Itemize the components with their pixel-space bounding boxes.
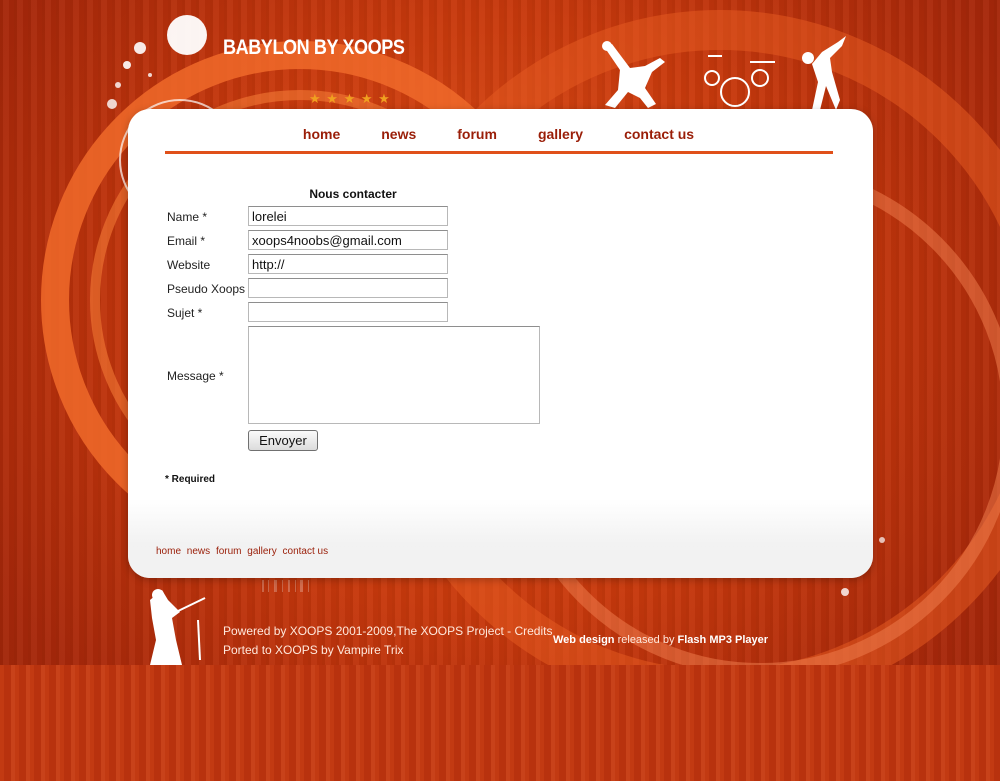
released-by-text: released by xyxy=(617,634,675,646)
nav-gallery[interactable]: gallery xyxy=(518,123,604,151)
main-nav: home news forum gallery contact us xyxy=(165,123,833,154)
star-icon: ★ xyxy=(360,91,374,106)
footer-links: home news forum gallery contact us xyxy=(156,546,331,557)
email-label: Email * xyxy=(167,234,206,248)
content-panel: home news forum gallery contact us Nous … xyxy=(128,109,873,578)
footer-link-contact-us[interactable]: contact us xyxy=(283,546,329,557)
star-icon: ★ xyxy=(343,91,357,106)
message-field[interactable] xyxy=(248,326,540,424)
pseudo-field[interactable] xyxy=(248,278,448,298)
message-label: Message * xyxy=(167,369,224,383)
subject-field[interactable] xyxy=(248,302,448,322)
powered-by-line: Powered by XOOPS 2001-2009,The XOOPS Pro… xyxy=(223,622,552,641)
website-field[interactable] xyxy=(248,254,448,274)
star-icon: ★ xyxy=(309,91,322,106)
nav-home[interactable]: home xyxy=(283,123,361,151)
name-label: Name * xyxy=(167,210,208,224)
footer-link-home[interactable]: home xyxy=(156,546,181,557)
subject-label: Sujet * xyxy=(167,306,203,320)
design-credits: Web design released by Flash MP3 Player xyxy=(553,634,768,646)
nav-news[interactable]: news xyxy=(361,123,437,151)
flash-mp3-player-link[interactable]: Flash MP3 Player xyxy=(678,634,769,646)
website-label: Website xyxy=(167,258,211,272)
nav-forum[interactable]: forum xyxy=(437,123,518,151)
powered-by-link[interactable]: Powered by XOOPS 2001-2009,The XOOPS Pro… xyxy=(223,624,552,638)
star-icon: ★ xyxy=(378,91,391,106)
ported-by-line: Ported to XOOPS by Vampire Trix xyxy=(223,641,552,660)
footer-link-gallery[interactable]: gallery xyxy=(247,546,276,557)
submit-button[interactable]: Envoyer xyxy=(248,430,318,451)
email-field[interactable] xyxy=(248,230,448,250)
star-icon: ★ xyxy=(326,91,339,106)
name-field[interactable] xyxy=(248,206,448,226)
rating-stars: ★ ★ ★ ★ ★ xyxy=(309,91,391,107)
form-title: Nous contacter xyxy=(309,187,397,201)
footer-link-news[interactable]: news xyxy=(187,546,210,557)
background-bottom-strip xyxy=(0,665,1000,781)
site-title: BABYLON BY XOOPS xyxy=(223,36,405,59)
pseudo-label: Pseudo Xoops xyxy=(167,282,246,296)
ported-by-link[interactable]: Ported to XOOPS by Vampire Trix xyxy=(223,643,404,657)
credits: Powered by XOOPS 2001-2009,The XOOPS Pro… xyxy=(223,622,552,660)
footer-link-forum[interactable]: forum xyxy=(216,546,242,557)
nav-contact-us[interactable]: contact us xyxy=(604,123,715,151)
required-note: * Required xyxy=(165,474,216,485)
web-design-link[interactable]: Web design xyxy=(553,634,615,646)
panel-fade xyxy=(128,499,873,578)
